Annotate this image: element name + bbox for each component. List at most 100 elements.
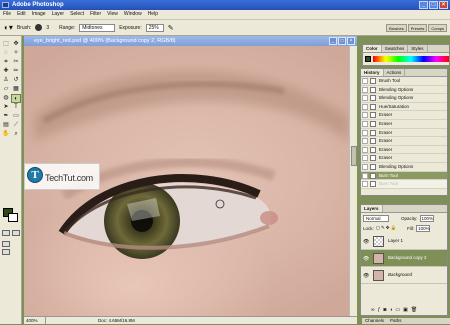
new-group-icon[interactable]: ▭ bbox=[395, 307, 400, 315]
history-source-checkbox[interactable] bbox=[362, 181, 368, 188]
doc-maximize-button[interactable]: □ bbox=[338, 37, 346, 45]
delete-layer-icon[interactable]: 🗑 bbox=[411, 307, 417, 315]
layer-row[interactable]: 👁 Background bbox=[361, 267, 447, 284]
menu-window[interactable]: Window bbox=[124, 10, 142, 19]
layer-visibility-eye-icon[interactable]: 👁 bbox=[363, 273, 369, 279]
history-item[interactable]: Eraser bbox=[361, 129, 447, 138]
fill-input[interactable]: 100% bbox=[416, 224, 431, 232]
magic-wand-icon[interactable]: ✧ bbox=[11, 49, 21, 58]
shape-tool-icon[interactable]: ▭ bbox=[11, 112, 21, 121]
history-source-checkbox[interactable] bbox=[362, 146, 368, 153]
crop-tool-icon[interactable]: ⌗ bbox=[1, 58, 11, 67]
menu-filter[interactable]: Filter bbox=[90, 10, 101, 19]
scroll-thumb[interactable] bbox=[351, 146, 357, 166]
layer-mask-icon[interactable]: ◙ bbox=[383, 307, 386, 315]
history-item[interactable]: Eraser bbox=[361, 154, 447, 163]
airbrush-icon[interactable]: ✎ bbox=[168, 24, 174, 32]
history-item[interactable]: Burn Tool bbox=[361, 171, 447, 181]
doc-close-button[interactable]: × bbox=[347, 37, 355, 45]
menu-help[interactable]: Help bbox=[148, 10, 158, 19]
notes-tool-icon[interactable]: ▤ bbox=[1, 121, 11, 130]
exposure-input[interactable]: 25% bbox=[145, 23, 164, 32]
zoom-tool-icon[interactable]: ⌕ bbox=[11, 130, 21, 139]
history-source-checkbox[interactable] bbox=[362, 138, 368, 145]
lock-icons[interactable]: ▢✎✥🔒 bbox=[376, 225, 397, 231]
history-item[interactable]: Eraser bbox=[361, 146, 447, 155]
color-panel-fg-swatch[interactable] bbox=[365, 56, 371, 62]
history-item[interactable]: Eraser bbox=[361, 120, 447, 129]
menu-image[interactable]: Image bbox=[32, 10, 46, 19]
tab-comps[interactable]: Comps bbox=[428, 24, 447, 32]
menu-edit[interactable]: Edit bbox=[17, 10, 26, 19]
hand-tool-icon[interactable]: ✋ bbox=[1, 130, 11, 139]
tab-actions[interactable]: Actions bbox=[384, 69, 406, 76]
adjustment-layer-icon[interactable]: ◑ bbox=[389, 307, 392, 315]
move-tool-icon[interactable]: ✥ bbox=[11, 40, 21, 49]
history-source-checkbox[interactable] bbox=[362, 120, 368, 127]
history-source-checkbox[interactable] bbox=[362, 86, 368, 93]
color-spectrum[interactable] bbox=[373, 56, 449, 62]
layer-style-icon[interactable]: ƒ bbox=[378, 307, 381, 315]
tab-layers[interactable]: Layers bbox=[361, 205, 383, 212]
opacity-input[interactable]: 100% bbox=[419, 214, 434, 222]
brush-preview-icon[interactable] bbox=[35, 24, 43, 31]
history-item[interactable]: Brush Tool bbox=[361, 77, 447, 86]
link-layers-icon[interactable]: ∞ bbox=[371, 307, 375, 315]
history-item[interactable]: Hue/Saturation bbox=[361, 103, 447, 112]
brush-tool-icon[interactable]: ✏ bbox=[11, 67, 21, 76]
minimize-button[interactable]: _ bbox=[419, 1, 428, 9]
marquee-tool-icon[interactable]: ⬚ bbox=[1, 40, 11, 49]
history-item[interactable]: Eraser bbox=[361, 111, 447, 120]
quickmask-mode-icon[interactable] bbox=[12, 230, 20, 236]
menu-layer[interactable]: Layer bbox=[52, 10, 65, 19]
tab-swatches[interactable]: Swatches bbox=[382, 45, 409, 52]
burn-tool-preset-icon[interactable]: ◐▾ bbox=[4, 23, 13, 32]
brush-size[interactable]: 3 bbox=[46, 25, 49, 31]
layer-row[interactable]: 👁 Background copy 2 bbox=[361, 250, 447, 267]
history-source-checkbox[interactable] bbox=[362, 155, 368, 162]
healing-brush-icon[interactable]: ✚ bbox=[1, 67, 11, 76]
tab-color[interactable]: Color bbox=[363, 45, 382, 52]
tab-paths[interactable]: Paths bbox=[387, 318, 405, 324]
tab-channels[interactable]: Channels bbox=[362, 318, 387, 324]
tab-history[interactable]: History bbox=[361, 69, 384, 76]
history-source-checkbox[interactable] bbox=[362, 112, 368, 119]
background-color-swatch[interactable] bbox=[8, 213, 18, 222]
history-item[interactable]: Eraser bbox=[361, 137, 447, 146]
history-source-checkbox[interactable] bbox=[362, 95, 368, 102]
layer-row[interactable]: 👁 Layer 1 bbox=[361, 233, 447, 250]
layer-visibility-eye-icon[interactable]: 👁 bbox=[363, 256, 369, 262]
clone-stamp-icon[interactable]: ♙ bbox=[1, 76, 11, 85]
menu-view[interactable]: View bbox=[107, 10, 118, 19]
eraser-tool-icon[interactable]: ▱ bbox=[1, 85, 11, 94]
doc-minimize-button[interactable]: _ bbox=[329, 37, 337, 45]
history-source-checkbox[interactable] bbox=[362, 78, 368, 84]
pen-tool-icon[interactable]: ✒ bbox=[1, 112, 11, 121]
layer-visibility-eye-icon[interactable]: 👁 bbox=[363, 239, 369, 245]
slice-tool-icon[interactable]: ✂ bbox=[11, 58, 21, 67]
menu-file[interactable]: File bbox=[3, 10, 11, 19]
tab-presets[interactable]: Presets bbox=[407, 24, 428, 32]
new-layer-icon[interactable]: ▣ bbox=[403, 307, 408, 315]
close-button[interactable]: × bbox=[439, 1, 448, 9]
history-brush-icon[interactable]: ↺ bbox=[11, 76, 21, 85]
type-tool-icon[interactable]: T bbox=[11, 103, 21, 112]
history-item[interactable]: Blending Options bbox=[361, 86, 447, 95]
range-select[interactable]: Midtones bbox=[79, 23, 116, 32]
standard-mode-icon[interactable] bbox=[2, 230, 10, 236]
tab-styles[interactable]: Styles bbox=[408, 45, 428, 52]
vertical-scrollbar[interactable] bbox=[349, 46, 357, 316]
screen-mode-full-icon[interactable] bbox=[2, 249, 10, 255]
blur-tool-icon[interactable]: ◍ bbox=[1, 94, 11, 103]
blend-mode-select[interactable]: Normal bbox=[363, 214, 389, 222]
gradient-tool-icon[interactable]: ▦ bbox=[11, 85, 21, 94]
history-item[interactable]: Blending Options bbox=[361, 94, 447, 103]
history-item[interactable]: Blending Options bbox=[361, 163, 447, 172]
history-source-checkbox[interactable] bbox=[362, 129, 368, 136]
history-source-checkbox[interactable] bbox=[362, 172, 368, 179]
eyedropper-icon[interactable]: ⟋ bbox=[11, 121, 21, 130]
tab-brushes[interactable]: Brushes bbox=[386, 24, 407, 32]
burn-tool-icon[interactable]: ◐ bbox=[11, 94, 21, 103]
lasso-tool-icon[interactable]: ◌ bbox=[1, 49, 11, 58]
zoom-level[interactable]: 400% bbox=[24, 317, 46, 324]
